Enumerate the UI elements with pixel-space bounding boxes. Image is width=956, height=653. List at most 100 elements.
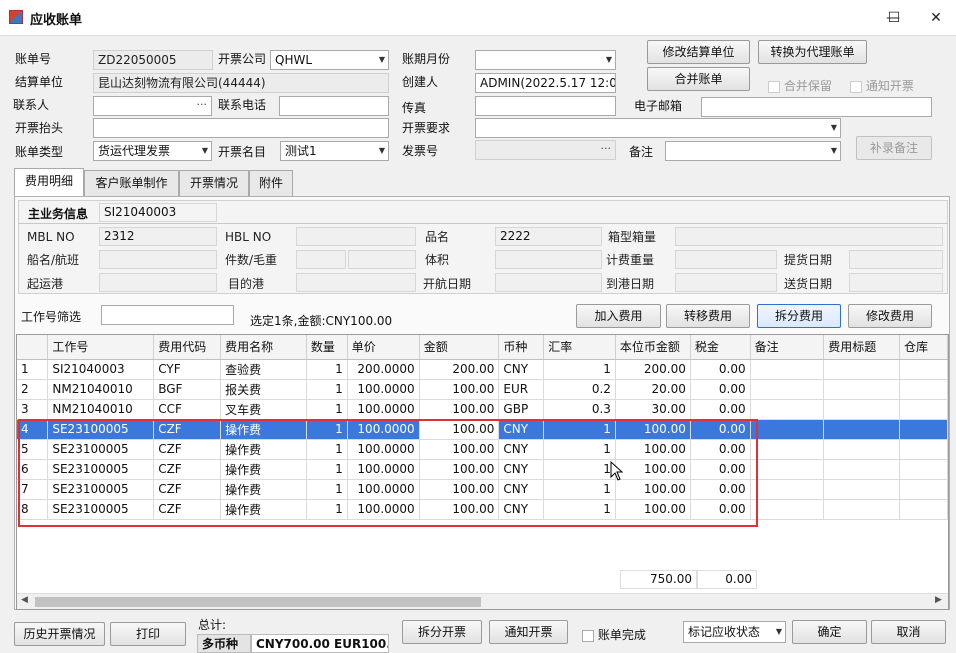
table-cell[interactable] (823, 419, 901, 440)
column-header[interactable]: 汇率 (543, 335, 616, 360)
invoice-company-select[interactable]: QHWL ▼ (270, 50, 389, 70)
table-cell[interactable]: 100.0000 (347, 459, 420, 480)
table-cell[interactable]: EUR (498, 379, 545, 400)
table-cell[interactable]: 1 (306, 439, 348, 460)
table-row[interactable]: 7 SE23100005 CZF 操作费 1 100.0000 100.00 CNY 1 100.… (17, 479, 948, 500)
table-row[interactable]: 3 NM21040010 CCF 叉车费 1 100.0000 100.00 GBP 0.3 30… (17, 399, 948, 420)
table-cell[interactable] (899, 419, 948, 440)
split-fee-button[interactable]: 拆分费用 (757, 304, 841, 328)
print-button[interactable]: 打印 (110, 622, 186, 646)
table-cell[interactable]: CNY (498, 499, 545, 520)
table-cell[interactable] (823, 479, 901, 500)
table-cell[interactable]: 0.00 (690, 379, 751, 400)
job-filter-input[interactable] (101, 305, 234, 325)
table-cell[interactable]: 0.00 (690, 419, 751, 440)
table-cell[interactable]: 100.0000 (347, 499, 420, 520)
table-cell[interactable]: 3 (17, 399, 49, 420)
table-cell[interactable]: SE23100005 (47, 499, 155, 520)
table-row[interactable]: 5 SE23100005 CZF 操作费 1 100.0000 100.00 CNY 1 100.… (17, 439, 948, 460)
notify-invoice-button[interactable]: 通知开票 (489, 620, 568, 644)
modify-settle-button[interactable]: 修改结算单位 (647, 40, 750, 64)
invoice-req-select[interactable]: ▼ (475, 118, 841, 138)
table-cell[interactable]: 1 (543, 359, 616, 380)
horizontal-scrollbar[interactable]: ◀ ▶ (17, 593, 948, 609)
table-cell[interactable]: NM21040010 (47, 379, 155, 400)
table-cell[interactable]: 100.00 (615, 479, 691, 500)
table-cell[interactable]: 100.0000 (347, 399, 420, 420)
table-cell[interactable] (823, 439, 901, 460)
table-cell[interactable]: 1 (543, 499, 616, 520)
column-header[interactable]: 备注 (750, 335, 825, 360)
fax-field[interactable] (475, 96, 616, 116)
mark-status-select[interactable]: 标记应收状态 ▼ (683, 621, 786, 643)
remark-select[interactable]: ▼ (665, 141, 841, 161)
table-cell[interactable]: 0.00 (690, 459, 751, 480)
phone-field[interactable] (279, 96, 389, 116)
table-cell[interactable]: SE23100005 (47, 419, 155, 440)
table-cell[interactable]: CZF (153, 419, 222, 440)
table-cell[interactable]: 0.2 (543, 379, 616, 400)
table-cell[interactable]: 100.00 (615, 419, 691, 440)
table-cell[interactable]: CCF (153, 399, 222, 420)
period-select[interactable]: ▼ (475, 50, 616, 70)
table-cell[interactable]: 100.00 (419, 399, 500, 420)
table-cell[interactable]: 100.00 (419, 379, 500, 400)
ok-button[interactable]: 确定 (792, 620, 867, 644)
email-field[interactable] (701, 97, 932, 117)
table-cell[interactable]: 8 (17, 499, 49, 520)
tab-attachments[interactable]: 附件 (249, 170, 293, 196)
notify-invoice-checkbox[interactable]: 通知开票 (850, 77, 914, 94)
column-header[interactable]: 币种 (498, 335, 545, 360)
table-cell[interactable]: CNY (498, 439, 545, 460)
table-cell[interactable]: 100.0000 (347, 379, 420, 400)
table-cell[interactable]: 100.00 (615, 459, 691, 480)
close-button[interactable]: ✕ (921, 6, 951, 30)
table-cell[interactable]: 1 (306, 479, 348, 500)
scrollbar-thumb[interactable] (35, 597, 481, 607)
table-cell[interactable]: 200.0000 (347, 359, 420, 380)
table-cell[interactable]: 操作费 (220, 459, 307, 480)
column-header[interactable]: 金额 (419, 335, 500, 360)
tab-invoice-status[interactable]: 开票情况 (179, 170, 249, 196)
table-cell[interactable]: 100.00 (419, 439, 500, 460)
scroll-left-icon[interactable]: ◀ (21, 595, 28, 605)
table-row[interactable]: 1 SI21040003 CYF 查验费 1 200.0000 200.00 CNY 1 200.… (17, 359, 948, 380)
table-cell[interactable]: CNY (498, 419, 545, 440)
table-cell[interactable]: GBP (498, 399, 545, 420)
table-cell[interactable]: 20.00 (615, 379, 691, 400)
invoice-title-field[interactable] (93, 118, 389, 138)
table-cell[interactable]: 6 (17, 459, 49, 480)
table-cell[interactable]: CNY (498, 359, 545, 380)
column-header[interactable]: 本位币金额 (615, 335, 691, 360)
table-cell[interactable]: 7 (17, 479, 49, 500)
table-cell[interactable]: 0.00 (690, 479, 751, 500)
table-cell[interactable] (750, 479, 825, 500)
table-cell[interactable]: 1 (306, 359, 348, 380)
table-cell[interactable] (823, 459, 901, 480)
table-cell[interactable]: SE23100005 (47, 479, 155, 500)
table-cell[interactable] (823, 399, 901, 420)
table-cell[interactable]: 200.00 (419, 359, 500, 380)
table-cell[interactable]: 1 (543, 439, 616, 460)
table-cell[interactable]: 操作费 (220, 439, 307, 460)
column-header[interactable]: 仓库 (899, 335, 948, 360)
table-cell[interactable]: 操作费 (220, 419, 307, 440)
table-cell[interactable] (899, 359, 948, 380)
column-header[interactable]: 数量 (306, 335, 348, 360)
table-cell[interactable] (750, 379, 825, 400)
table-cell[interactable]: 100.0000 (347, 439, 420, 460)
table-cell[interactable]: 5 (17, 439, 49, 460)
table-cell[interactable] (750, 419, 825, 440)
history-invoice-button[interactable]: 历史开票情况 (14, 622, 105, 646)
table-cell[interactable]: 报关费 (220, 379, 307, 400)
table-cell[interactable]: 200.00 (615, 359, 691, 380)
table-cell[interactable]: 1 (543, 479, 616, 500)
table-cell[interactable] (750, 359, 825, 380)
merge-keep-checkbox[interactable]: 合并保留 (768, 77, 832, 94)
table-row[interactable]: 6 SE23100005 CZF 操作费 1 100.0000 100.00 CNY 1 100.… (17, 459, 948, 480)
table-row[interactable]: 8 SE23100005 CZF 操作费 1 100.0000 100.00 CNY 1 100.… (17, 499, 948, 520)
table-cell[interactable]: CNY (498, 479, 545, 500)
table-cell[interactable]: 1 (306, 379, 348, 400)
table-cell[interactable]: 0.00 (690, 399, 751, 420)
settle-unit-field[interactable]: 昆山达刻物流有限公司(44444) (93, 73, 389, 93)
